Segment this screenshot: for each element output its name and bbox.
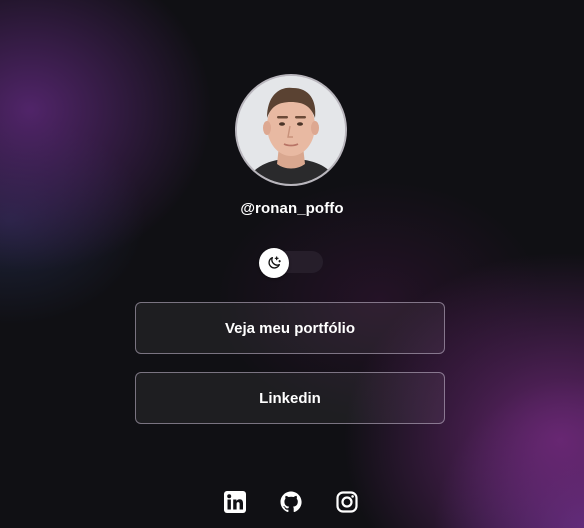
instagram-icon[interactable]	[335, 490, 359, 514]
portfolio-button[interactable]: Veja meu portfólio	[135, 302, 445, 354]
avatar	[235, 74, 347, 186]
social-links	[0, 490, 584, 514]
linkedin-icon[interactable]	[223, 490, 247, 514]
toggle-knob[interactable]	[259, 248, 289, 278]
username: @ronan_poffo	[240, 200, 344, 217]
linkedin-button[interactable]: Linkedin	[135, 372, 445, 424]
profile-photo	[237, 76, 345, 184]
github-icon[interactable]	[279, 490, 303, 514]
moon-stars-icon	[268, 256, 281, 269]
theme-toggle[interactable]	[259, 248, 323, 278]
